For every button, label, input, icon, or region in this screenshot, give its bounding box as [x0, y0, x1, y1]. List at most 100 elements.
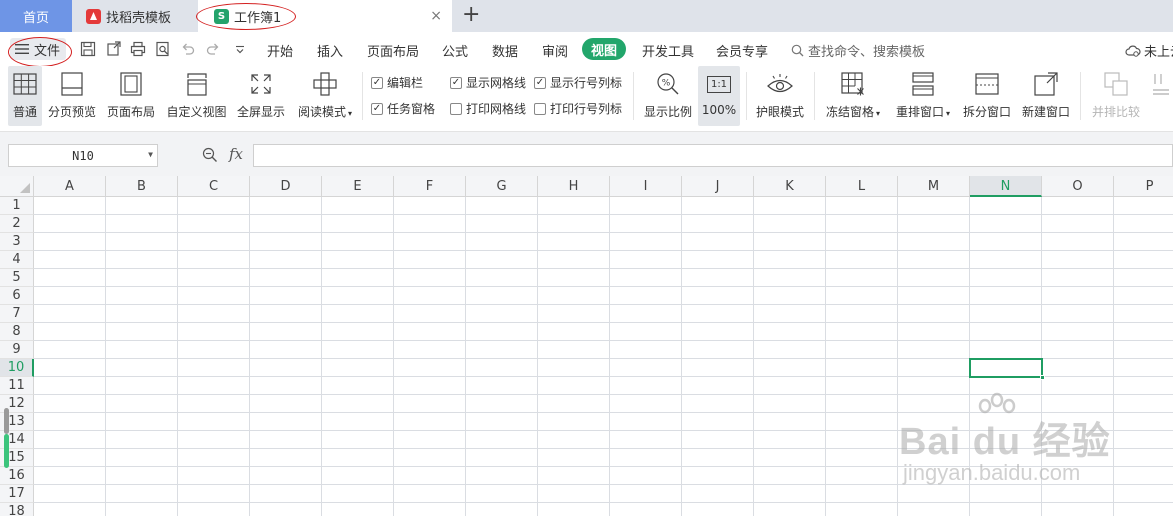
row-header-17[interactable]: 17: [0, 485, 34, 503]
close-tab-icon[interactable]: ×: [430, 8, 442, 24]
row-header-8[interactable]: 8: [0, 323, 34, 341]
normal-view-button[interactable]: 普通: [8, 66, 42, 126]
row-header-10[interactable]: 10: [0, 359, 34, 377]
tab-workbook[interactable]: S 工作簿1 ×: [198, 0, 452, 32]
menu-page-layout[interactable]: 页面布局: [367, 41, 419, 60]
row-header-16[interactable]: 16: [0, 467, 34, 485]
row-header-5[interactable]: 5: [0, 269, 34, 287]
freeze-panes-label: 冻结窗格 ▾: [825, 105, 881, 119]
name-box[interactable]: N10 ▼: [8, 144, 158, 167]
zoom-100-button[interactable]: 1:1 100%: [698, 66, 740, 126]
customize-toolbar-icon[interactable]: [232, 41, 248, 57]
column-header-m[interactable]: M: [898, 176, 970, 197]
formula-input[interactable]: [253, 144, 1173, 167]
column-header-o[interactable]: O: [1042, 176, 1114, 197]
fill-handle[interactable]: [1040, 375, 1045, 380]
reading-mode-button[interactable]: 阅读模式 ▾: [294, 66, 356, 126]
row-header-7[interactable]: 7: [0, 305, 34, 323]
menu-insert[interactable]: 插入: [317, 41, 343, 60]
save-icon[interactable]: [80, 41, 96, 57]
zoom-100-label: 100%: [701, 103, 737, 117]
column-header-a[interactable]: A: [34, 176, 106, 197]
select-all-corner[interactable]: [0, 176, 34, 197]
column-header-p[interactable]: P: [1114, 176, 1173, 197]
new-window-button[interactable]: 新建窗口: [1019, 66, 1073, 126]
task-pane-checkbox[interactable]: ✓ 任务窗格: [371, 100, 435, 117]
tab-home[interactable]: 首页: [0, 0, 72, 32]
print-preview-icon[interactable]: [155, 41, 171, 57]
search-placeholder: 查找命令、搜索模板: [808, 45, 926, 60]
menu-formulas[interactable]: 公式: [442, 41, 468, 60]
menu-membership[interactable]: 会员专享: [716, 41, 768, 60]
side-by-side-button[interactable]: 并排比较: [1089, 66, 1143, 126]
row-header-4[interactable]: 4: [0, 251, 34, 269]
split-window-label: 拆分窗口: [962, 105, 1011, 119]
menu-developer[interactable]: 开发工具: [642, 41, 694, 60]
menu-bar: 文件 开始 插入 页面布局 公式 数据 审阅 视图 开发工具 会员专享 查找命令…: [0, 32, 1173, 67]
dropdown-arrow-icon[interactable]: ▼: [148, 150, 153, 159]
zoom-in-icon[interactable]: [202, 147, 218, 166]
tab-template-store[interactable]: 找稻壳模板: [76, 0, 198, 32]
menu-start[interactable]: 开始: [267, 41, 293, 60]
redo-icon[interactable]: [205, 41, 221, 57]
column-header-d[interactable]: D: [250, 176, 322, 197]
column-header-g[interactable]: G: [466, 176, 538, 197]
column-header-c[interactable]: C: [178, 176, 250, 197]
svg-text:%: %: [662, 79, 671, 89]
row-header-1[interactable]: 1: [0, 197, 34, 215]
command-search[interactable]: 查找命令、搜索模板: [791, 41, 925, 60]
menu-data[interactable]: 数据: [492, 41, 518, 60]
export-icon[interactable]: [106, 41, 122, 57]
arrange-windows-button[interactable]: 重排窗口 ▾: [891, 66, 955, 126]
print-gridlines-checkbox[interactable]: 打印网格线: [450, 100, 526, 117]
insert-function-button[interactable]: fx: [229, 145, 243, 163]
zoom-100-icon: 1:1: [706, 71, 732, 97]
column-header-e[interactable]: E: [322, 176, 394, 197]
column-header-k[interactable]: K: [754, 176, 826, 197]
arrange-windows-label: 重排窗口 ▾: [895, 105, 951, 119]
edit-bar-label: 编辑栏: [387, 76, 424, 90]
row-header-3[interactable]: 3: [0, 233, 34, 251]
file-menu-button[interactable]: 文件: [10, 38, 66, 60]
task-pane-label: 任务窗格: [387, 102, 436, 116]
print-icon[interactable]: [130, 41, 146, 57]
eye-icon: [767, 71, 793, 97]
cell-area[interactable]: [34, 197, 1173, 516]
menu-view[interactable]: 视图: [582, 38, 626, 60]
custom-view-button[interactable]: 自定义视图: [165, 66, 228, 126]
undo-icon[interactable]: [180, 41, 196, 57]
show-gridlines-checkbox[interactable]: ✓ 显示网格线: [450, 74, 526, 91]
row-header-2[interactable]: 2: [0, 215, 34, 233]
zoom-button[interactable]: % 显示比例: [642, 66, 694, 126]
eye-protection-button[interactable]: 护眼模式: [754, 66, 806, 126]
column-header-i[interactable]: I: [610, 176, 682, 197]
column-header-l[interactable]: L: [826, 176, 898, 197]
row-header-18[interactable]: 18: [0, 503, 34, 516]
show-headings-checkbox[interactable]: ✓ 显示行号列标: [534, 74, 622, 91]
sync-scroll-button[interactable]: [1149, 66, 1173, 126]
active-cell[interactable]: [969, 358, 1045, 380]
column-header-h[interactable]: H: [538, 176, 610, 197]
column-header-b[interactable]: B: [106, 176, 178, 197]
split-window-button[interactable]: 拆分窗口: [961, 66, 1013, 126]
edit-bar-checkbox[interactable]: ✓ 编辑栏: [371, 74, 423, 91]
name-box-value: N10: [72, 148, 94, 163]
cloud-status[interactable]: 未上云: [1125, 41, 1173, 60]
page-break-preview-button[interactable]: 分页预览: [46, 66, 98, 126]
full-screen-icon: [248, 71, 274, 97]
row-header-9[interactable]: 9: [0, 341, 34, 359]
tab-workbook-label: 工作簿1: [234, 10, 282, 26]
full-screen-button[interactable]: 全屏显示: [235, 66, 287, 126]
add-tab-button[interactable]: +: [462, 2, 480, 27]
page-layout-view-button[interactable]: 页面布局: [104, 66, 158, 126]
menu-review[interactable]: 审阅: [542, 41, 568, 60]
column-header-n[interactable]: N: [970, 176, 1042, 197]
column-header-j[interactable]: J: [682, 176, 754, 197]
spreadsheet-logo-icon: S: [214, 8, 229, 24]
freeze-panes-button[interactable]: 冻结窗格 ▾: [822, 66, 884, 126]
cloud-status-label: 未上云: [1144, 45, 1173, 60]
print-headings-checkbox[interactable]: 打印行号列标: [534, 100, 622, 117]
row-header-11[interactable]: 11: [0, 377, 34, 395]
column-header-f[interactable]: F: [394, 176, 466, 197]
row-header-6[interactable]: 6: [0, 287, 34, 305]
